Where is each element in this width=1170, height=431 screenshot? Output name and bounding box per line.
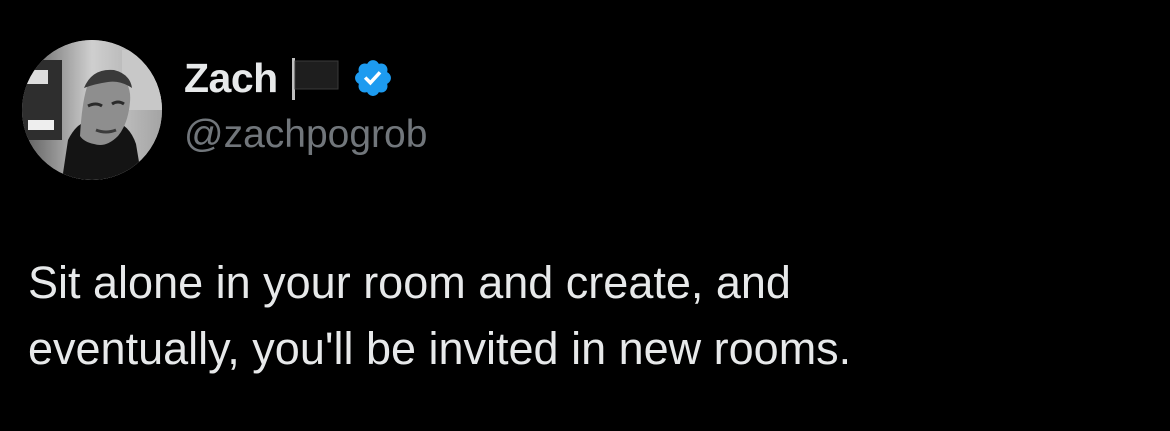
author-handle[interactable]: @zachpogrob — [184, 110, 427, 160]
tweet: Zach @zachpogrob Sit alone in your room … — [0, 0, 1170, 431]
author-name-row[interactable]: Zach — [184, 52, 394, 104]
black-flag-icon — [288, 56, 342, 100]
tweet-text: Sit alone in your room and create, and e… — [28, 257, 852, 374]
avatar[interactable] — [22, 40, 162, 180]
display-name[interactable]: Zach — [184, 52, 278, 104]
verified-badge-icon[interactable] — [352, 57, 394, 99]
avatar-photo — [22, 40, 162, 180]
